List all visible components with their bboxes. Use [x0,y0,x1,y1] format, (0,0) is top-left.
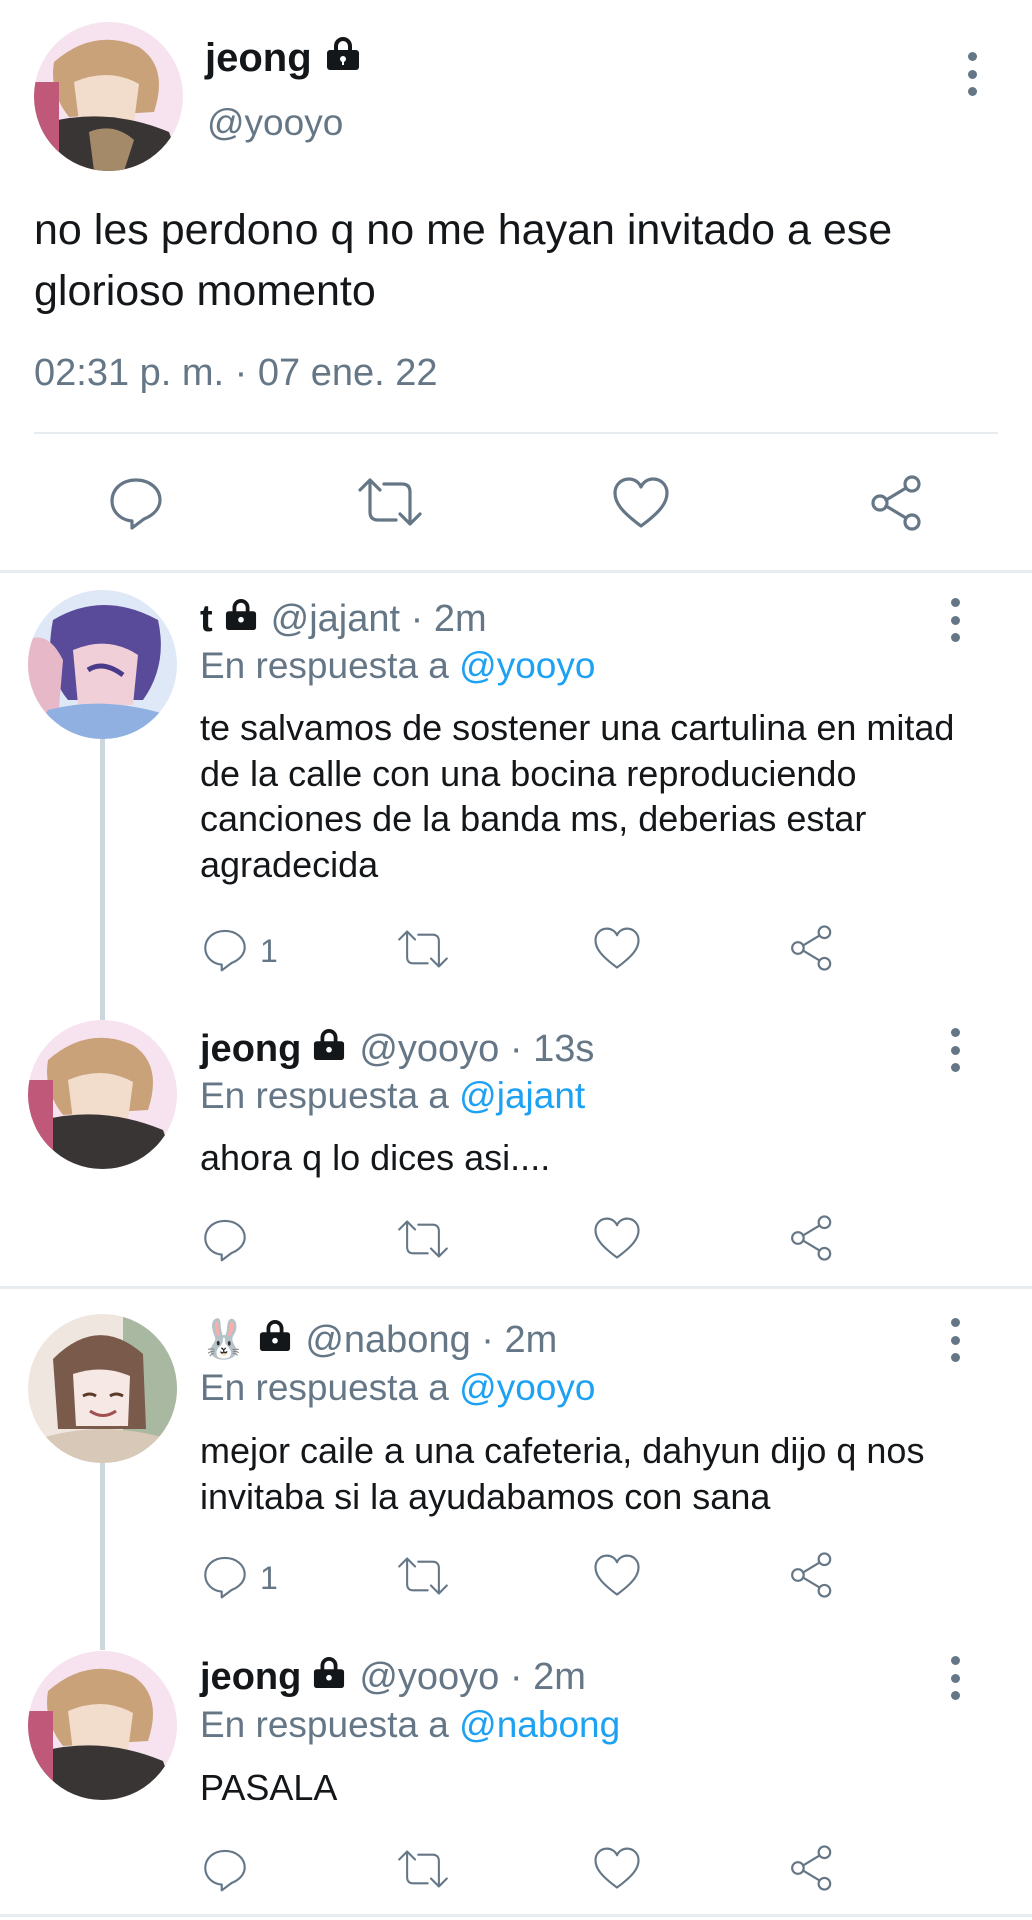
reply-handle-time[interactable]: @jajant · 2m [271,598,487,641]
in-reply-to: En respuesta a @nabong [200,1704,620,1746]
reply-avatar[interactable] [28,590,177,739]
reply-icon[interactable] [202,1216,248,1267]
thread-line [100,735,105,1020]
reply-header: jeong @yooyo · 2m [200,1656,586,1699]
in-reply-prefix: En respuesta a [200,645,449,686]
reply-text: ahora q lo dices asi.... [200,1137,551,1178]
reply-author-name[interactable]: t [200,598,213,641]
reply-handle-time[interactable]: @yooyo · 2m [359,1656,586,1699]
reply-text: PASALA [200,1767,338,1808]
lock-icon [311,1656,347,1699]
retweet-icon[interactable] [356,474,424,535]
section-divider [0,570,1032,573]
share-icon[interactable] [788,1844,836,1897]
reply-icon [202,1553,248,1604]
lock-icon [311,1028,347,1071]
reply-avatar[interactable] [28,1651,177,1800]
tweet-text: no les perdono q no me hayan invitado a … [34,206,893,315]
lock-icon [223,598,259,641]
author-name-text[interactable]: jeong [205,36,312,81]
thread-line [100,1460,105,1650]
like-icon[interactable] [593,926,641,976]
mention-link[interactable]: @yooyo [459,645,595,686]
reply-header: t @jajant · 2m [200,598,487,641]
lock-icon [324,36,362,81]
reply-text: te salvamos de sostener una cartulina en… [200,707,955,885]
retweet-icon[interactable] [396,1846,450,1897]
reply-button[interactable]: 1 [202,1553,278,1604]
like-icon[interactable] [593,1216,641,1266]
retweet-icon[interactable] [396,1216,450,1267]
reply-author-name[interactable]: jeong [200,1028,301,1071]
mention-link[interactable]: @nabong [459,1704,620,1745]
reply-avatar[interactable] [28,1020,177,1169]
more-options-icon[interactable] [963,52,981,96]
reply-button[interactable]: 1 [202,926,278,977]
section-divider [0,1914,1032,1917]
reply-count: 1 [260,933,278,969]
share-icon[interactable] [788,1551,836,1604]
lock-icon [257,1319,293,1362]
in-reply-prefix: En respuesta a [200,1367,449,1408]
mention-link[interactable]: @yooyo [459,1367,595,1408]
in-reply-to: En respuesta a @jajant [200,1075,585,1117]
tweet-timestamp[interactable]: 02:31 p. m. · 07 ene. 22 [34,352,438,395]
author-handle[interactable]: @yooyo [207,102,343,144]
section-divider [0,1286,1032,1289]
reply-author-name[interactable]: jeong [200,1656,301,1699]
reply-header: jeong @yooyo · 13s [200,1028,594,1071]
in-reply-to: En respuesta a @yooyo [200,645,595,687]
divider [34,432,998,434]
author-name[interactable]: jeong [205,36,362,81]
share-icon[interactable] [788,1214,836,1267]
reply-handle-time[interactable]: @nabong · 2m [305,1319,557,1362]
reply-avatar[interactable] [28,1314,177,1463]
retweet-icon[interactable] [396,1553,450,1604]
share-icon[interactable] [788,924,836,977]
like-icon[interactable] [612,476,670,535]
reply-count: 1 [260,1560,278,1596]
like-icon[interactable] [593,1553,641,1603]
reply-icon[interactable] [108,474,164,535]
retweet-icon[interactable] [396,926,450,977]
mention-link[interactable]: @jajant [459,1075,585,1116]
in-reply-prefix: En respuesta a [200,1704,449,1745]
reply-text: mejor caile a una cafeteria, dahyun dijo… [200,1430,925,1517]
like-icon[interactable] [593,1846,641,1896]
author-avatar[interactable] [34,22,183,171]
reply-header: 🐰 @nabong · 2m [200,1318,557,1362]
in-reply-to: En respuesta a @yooyo [200,1367,595,1409]
reply-icon [202,926,248,977]
more-options-icon[interactable] [946,1028,964,1072]
more-options-icon[interactable] [946,1318,964,1362]
reply-author-name[interactable]: 🐰 [200,1318,247,1362]
more-options-icon[interactable] [946,598,964,642]
reply-icon[interactable] [202,1846,248,1897]
more-options-icon[interactable] [946,1656,964,1700]
share-icon[interactable] [868,474,926,537]
in-reply-prefix: En respuesta a [200,1075,449,1116]
reply-handle-time[interactable]: @yooyo · 13s [359,1028,594,1071]
